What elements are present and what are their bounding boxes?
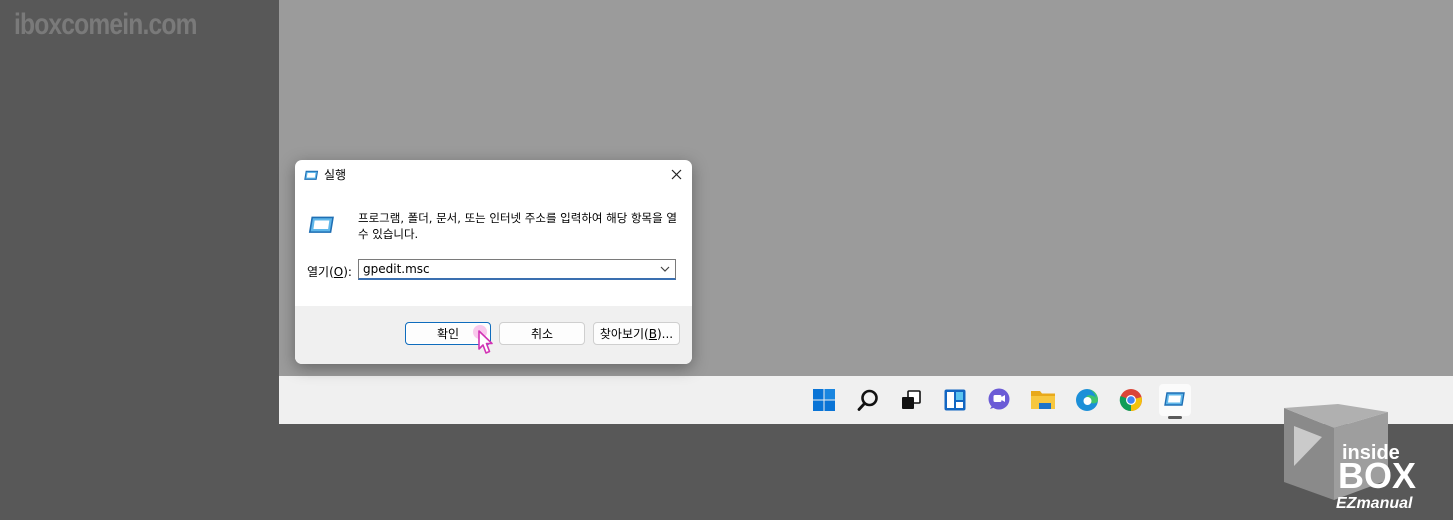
chrome-icon[interactable]	[1115, 384, 1147, 416]
run-app-icon[interactable]	[1159, 384, 1191, 419]
open-mnemonic: O	[333, 265, 344, 279]
task-view-icon[interactable]	[895, 384, 927, 416]
cancel-button[interactable]: 취소	[499, 322, 585, 345]
dialog-titlebar[interactable]: 실행	[295, 160, 692, 188]
search-icon[interactable]	[852, 384, 884, 416]
open-combobox[interactable]: gpedit.msc	[358, 259, 676, 280]
file-explorer-icon[interactable]	[1027, 384, 1059, 416]
windows-start-icon[interactable]	[808, 384, 840, 416]
edge-icon[interactable]	[1071, 384, 1103, 416]
logo-line2: BOX	[1338, 455, 1416, 496]
widgets-icon[interactable]	[939, 384, 971, 416]
open-input-value[interactable]: gpedit.msc	[363, 262, 430, 276]
mouse-pointer-icon	[470, 322, 502, 362]
run-large-icon	[307, 215, 337, 241]
site-watermark: iboxcomein.com	[14, 8, 197, 41]
active-indicator	[1168, 416, 1182, 419]
logo-line3: EZmanual	[1336, 495, 1413, 512]
dialog-description: 프로그램, 폴더, 문서, 또는 인터넷 주소를 입력하여 해당 항목을 열 수…	[358, 211, 677, 241]
close-button[interactable]	[666, 164, 686, 184]
open-label: 열기(O):	[307, 265, 352, 279]
taskbar	[279, 376, 1453, 424]
browse-button[interactable]: 찾아보기(B)...	[593, 322, 680, 345]
close-icon	[671, 169, 681, 179]
chat-icon[interactable]	[983, 384, 1015, 416]
dialog-title: 실행	[324, 168, 347, 182]
insidebox-logo: inside BOX EZmanual	[1282, 404, 1442, 520]
run-icon	[304, 167, 319, 186]
chevron-down-icon[interactable]	[659, 263, 671, 275]
